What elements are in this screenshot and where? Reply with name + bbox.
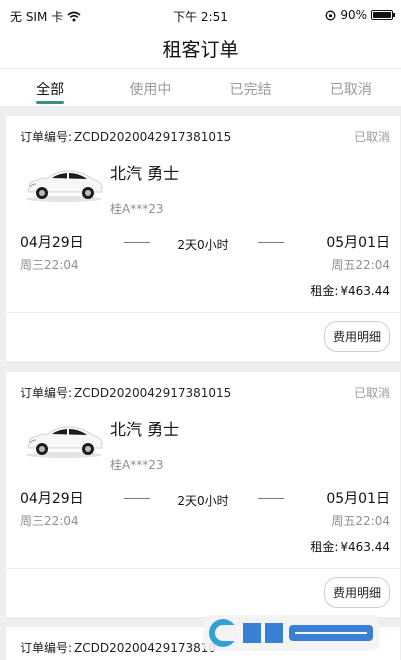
end-time: 周五22:04 — [331, 258, 390, 272]
page-title: 租客订单 — [162, 39, 239, 61]
rent-label: 租金: — [310, 540, 339, 554]
start-time: 周三22:04 — [20, 514, 79, 528]
rent-label: 租金: — [310, 284, 339, 298]
duration-divider-right — [258, 498, 284, 499]
rent-info: 租金: ¥463.44 — [310, 538, 390, 555]
nav-bar: 租客订单 — [0, 28, 401, 68]
order-header: 订单编号: ZCDD2020042917381015 已取消 — [20, 128, 390, 145]
status-bar: 无 SIM 卡 下午 2:51 90% — [0, 0, 401, 28]
battery-level — [373, 12, 391, 18]
end-date: 05月01日 — [326, 491, 390, 507]
tab-cancelled[interactable]: 已取消 — [301, 69, 401, 106]
battery-tip — [393, 13, 395, 17]
end-time: 周五22:04 — [331, 514, 390, 528]
tab-all[interactable]: 全部 — [0, 69, 100, 106]
fee-detail-button[interactable]: 费用明细 — [323, 577, 390, 608]
order-status: 已取消 — [353, 386, 390, 400]
order-status: 已取消 — [353, 130, 390, 144]
order-card[interactable]: 订单编号: ZCDD2020042917381015 已取消 北汽 勇士 桂A**… — [6, 116, 400, 361]
order-card[interactable]: 订单编号: ZCDD2020042917381015 已取消 北汽 勇士 桂A**… — [6, 372, 400, 617]
order-header: 订单编号: ZCDD2020042917381015 已取消 — [20, 384, 390, 401]
rent-amount: ¥463.44 — [340, 284, 390, 298]
rent-amount: ¥463.44 — [340, 540, 390, 554]
battery-percent: 90% — [340, 8, 367, 22]
tab-in-use[interactable]: 使用中 — [100, 69, 200, 106]
end-date: 05月01日 — [326, 235, 390, 251]
order-number: ZCDD2020042917381015 — [74, 386, 232, 400]
order-number: ZCDD2020042917381015 — [74, 130, 232, 144]
car-name: 北汽 勇士 — [110, 164, 180, 183]
car-name: 北汽 勇士 — [110, 420, 180, 439]
order-number-label: 订单编号: — [20, 130, 73, 144]
fee-detail-button[interactable]: 费用明细 — [323, 321, 390, 352]
order-number-label: 订单编号: — [20, 386, 73, 400]
car-plate: 桂A***23 — [110, 202, 164, 216]
duration-divider-right — [258, 242, 284, 243]
orientation-lock-icon — [325, 10, 336, 21]
watermark-logo — [203, 615, 379, 651]
start-time: 周三22:04 — [20, 258, 79, 272]
car-image — [26, 426, 103, 458]
car-image — [26, 170, 103, 202]
order-number-label: 订单编号: — [20, 641, 73, 655]
card-divider — [6, 568, 400, 569]
status-right: 90% — [325, 8, 395, 22]
card-divider — [6, 312, 400, 313]
car-plate: 桂A***23 — [110, 458, 164, 472]
tab-completed[interactable]: 已完结 — [201, 69, 301, 106]
battery-icon — [371, 10, 395, 20]
rent-info: 租金: ¥463.44 — [310, 282, 390, 299]
order-number: ZCDD20200429173810 — [74, 641, 217, 655]
order-tabs: 全部 使用中 已完结 已取消 — [0, 68, 401, 106]
